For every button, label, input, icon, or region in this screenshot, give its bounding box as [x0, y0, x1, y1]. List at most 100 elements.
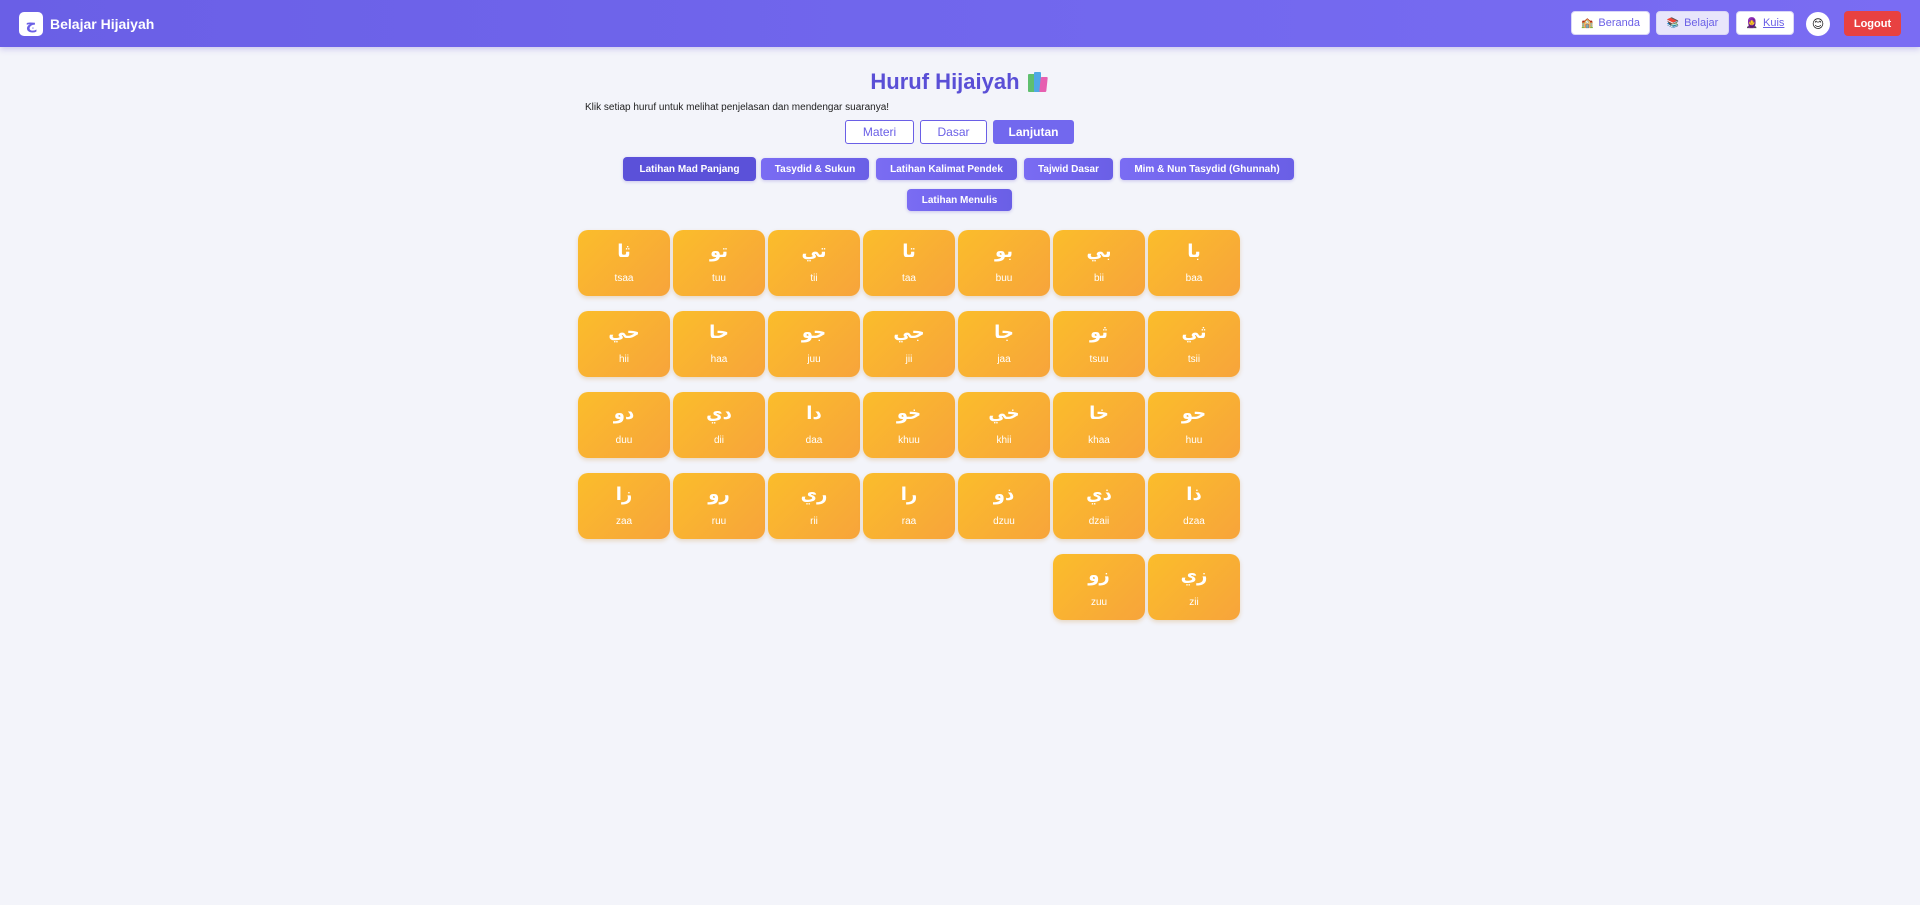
letter-latin: huu — [1185, 435, 1203, 446]
letter-card[interactable]: ذا dzaa — [1148, 473, 1240, 539]
brand[interactable]: ج Belajar Hijaiyah — [19, 11, 154, 36]
letter-card[interactable]: تو tuu — [673, 230, 765, 296]
letter-latin: tsii — [1187, 354, 1201, 365]
letter-latin: raa — [901, 516, 917, 527]
letter-card[interactable]: خي khii — [958, 392, 1050, 458]
letter-latin: dzaa — [1183, 516, 1205, 527]
letter-card[interactable]: رو ruu — [673, 473, 765, 539]
letter-arabic: خا — [1089, 403, 1109, 424]
letter-card[interactable]: جي jii — [863, 311, 955, 377]
letter-arabic: تي — [801, 241, 827, 262]
letter-latin: dii — [713, 435, 724, 446]
letter-arabic: زا — [615, 484, 633, 505]
avatar[interactable]: 😊 — [1806, 12, 1830, 36]
letter-arabic: بو — [994, 241, 1014, 262]
letter-card[interactable]: ثي tsii — [1148, 311, 1240, 377]
latihan-kalimat-pendek-button[interactable]: Latihan Kalimat Pendek — [876, 158, 1017, 180]
letter-latin: tsaa — [614, 273, 634, 284]
letter-card[interactable]: دو duu — [578, 392, 670, 458]
letter-latin: daa — [805, 435, 823, 446]
letter-card[interactable]: زي zii — [1148, 554, 1240, 620]
nav-belajar-label: Belajar — [1684, 17, 1719, 29]
letter-latin: duu — [615, 435, 633, 446]
letter-latin: baa — [1185, 273, 1203, 284]
letter-arabic: جو — [801, 322, 827, 343]
page-title-text: Huruf Hijaiyah — [870, 69, 1020, 94]
letter-card[interactable]: خا khaa — [1053, 392, 1145, 458]
latihan-menulis-button[interactable]: Latihan Menulis — [907, 189, 1012, 211]
letter-arabic: دا — [806, 403, 822, 424]
latihan-mad-panjang-button[interactable]: Latihan Mad Panjang — [623, 157, 756, 181]
letter-arabic: خو — [896, 403, 922, 424]
letter-arabic: دي — [706, 403, 732, 424]
letter-arabic: را — [900, 484, 918, 505]
letter-card[interactable]: را raa — [863, 473, 955, 539]
letter-card[interactable]: ذي dzaii — [1053, 473, 1145, 539]
letter-latin: jii — [905, 354, 913, 365]
page-title: Huruf Hijaiyah — [0, 69, 1920, 95]
letter-arabic: خي — [988, 403, 1020, 424]
letter-arabic: ثي — [1181, 322, 1207, 343]
tab-lanjutan[interactable]: Lanjutan — [993, 120, 1074, 144]
letter-card[interactable]: خو khuu — [863, 392, 955, 458]
letter-card[interactable]: حي hii — [578, 311, 670, 377]
letter-arabic: جا — [994, 322, 1014, 343]
letter-card[interactable]: ذو dzuu — [958, 473, 1050, 539]
letter-card[interactable]: جا jaa — [958, 311, 1050, 377]
letter-latin: juu — [807, 354, 821, 365]
letter-card[interactable]: ثو tsuu — [1053, 311, 1145, 377]
mim-nun-tasydid-button[interactable]: Mim & Nun Tasydid (Ghunnah) — [1120, 158, 1294, 180]
letter-arabic: با — [1187, 241, 1201, 262]
brand-title: Belajar Hijaiyah — [50, 15, 155, 32]
tajwid-dasar-button[interactable]: Tajwid Dasar — [1024, 158, 1113, 180]
letter-arabic: حو — [1181, 403, 1207, 424]
books-icon: 📚 — [1666, 17, 1680, 29]
letter-arabic: تو — [709, 241, 729, 262]
letter-arabic: ثا — [617, 241, 631, 262]
letter-arabic: بي — [1086, 241, 1112, 262]
letter-card[interactable]: حو huu — [1148, 392, 1240, 458]
letter-latin: zii — [1189, 597, 1199, 608]
letter-arabic: جي — [893, 322, 925, 343]
letter-arabic: زو — [1088, 565, 1110, 586]
letter-latin: ruu — [711, 516, 727, 527]
letter-arabic: حا — [709, 322, 729, 343]
letter-card[interactable]: دي dii — [673, 392, 765, 458]
letter-card[interactable]: ري rii — [768, 473, 860, 539]
letter-card[interactable]: بو buu — [958, 230, 1050, 296]
letter-latin: dzuu — [993, 516, 1015, 527]
letter-arabic: رو — [708, 484, 730, 505]
tasydid-sukun-button[interactable]: Tasydid & Sukun — [761, 158, 869, 180]
letter-latin: tsuu — [1089, 354, 1109, 365]
letter-arabic: ري — [800, 484, 828, 505]
letter-card[interactable]: زو zuu — [1053, 554, 1145, 620]
nav-belajar-button[interactable]: 📚 Belajar — [1656, 11, 1729, 35]
letter-latin: buu — [995, 273, 1013, 284]
letter-latin: haa — [710, 354, 728, 365]
letter-card[interactable]: بي bii — [1053, 230, 1145, 296]
letter-arabic: ثو — [1089, 322, 1109, 343]
letter-card[interactable]: زا zaa — [578, 473, 670, 539]
navbar: ج Belajar Hijaiyah 🏫 Beranda 📚 Belajar 🧕… — [0, 0, 1920, 47]
letter-latin: zuu — [1090, 597, 1108, 608]
nav-kuis-button[interactable]: 🧕 Kuis — [1736, 11, 1794, 35]
letter-card[interactable]: جو juu — [768, 311, 860, 377]
letter-card[interactable]: ثا tsaa — [578, 230, 670, 296]
letter-arabic: ذي — [1086, 484, 1112, 505]
letter-latin: jaa — [997, 354, 1011, 365]
letter-latin: bii — [1093, 273, 1104, 284]
letter-latin: khaa — [1088, 435, 1110, 446]
letter-card[interactable]: دا daa — [768, 392, 860, 458]
tab-materi[interactable]: Materi — [845, 120, 914, 144]
letter-card[interactable]: حا haa — [673, 311, 765, 377]
letter-card[interactable]: تا taa — [863, 230, 955, 296]
nav-beranda-button[interactable]: 🏫 Beranda — [1571, 11, 1650, 35]
letter-card[interactable]: تي tii — [768, 230, 860, 296]
letter-arabic: دو — [613, 403, 635, 424]
letter-latin: tuu — [712, 273, 726, 284]
letter-card[interactable]: با baa — [1148, 230, 1240, 296]
letter-latin: taa — [902, 273, 916, 284]
logout-button[interactable]: Logout — [1844, 11, 1901, 36]
tab-dasar[interactable]: Dasar — [920, 120, 987, 144]
letter-arabic: زي — [1180, 565, 1208, 586]
